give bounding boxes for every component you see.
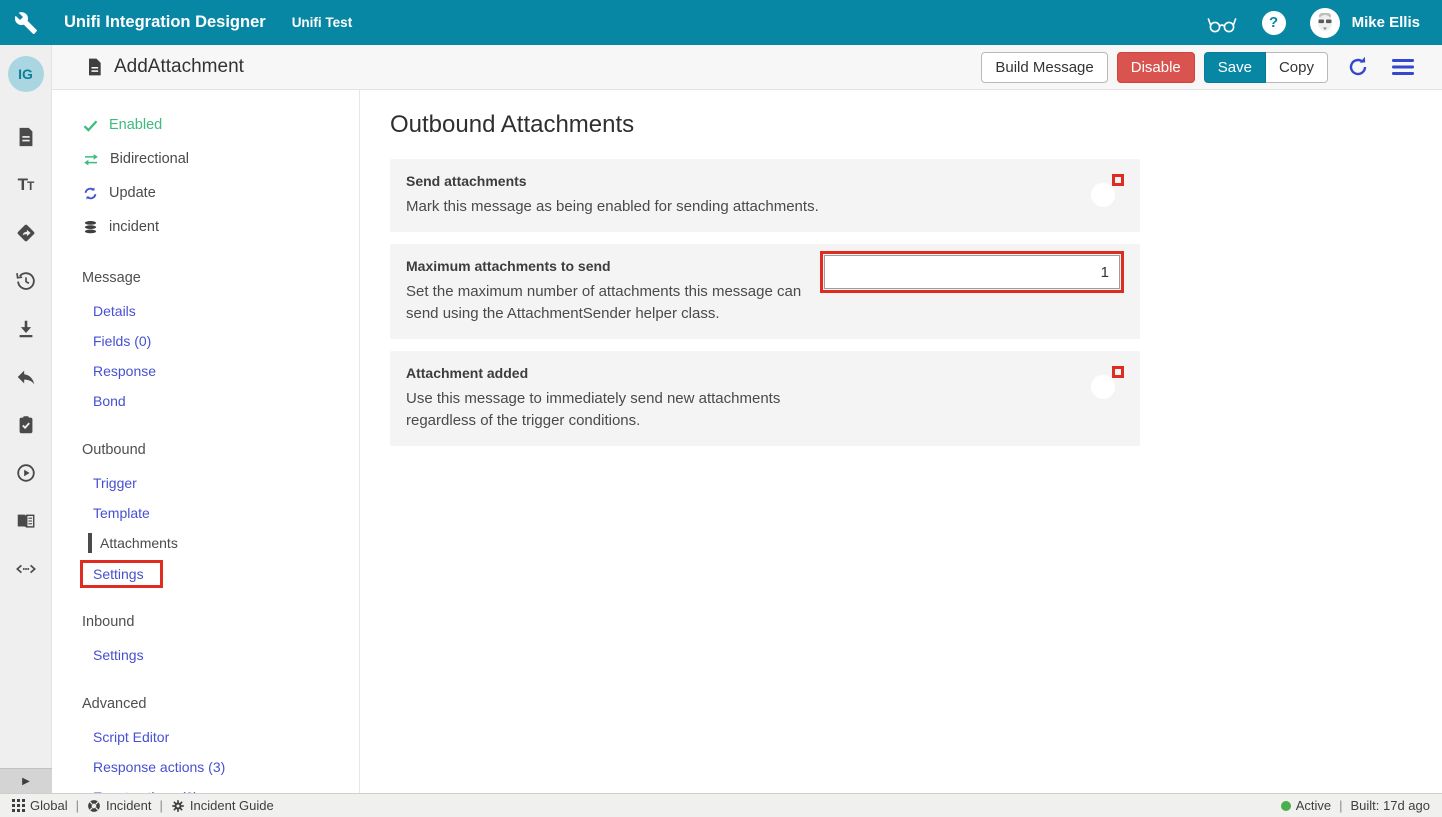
- nav-link-trigger[interactable]: Trigger: [52, 468, 359, 498]
- workspace-label[interactable]: Unifi Test: [292, 15, 353, 30]
- glasses-icon[interactable]: [1206, 10, 1238, 36]
- tasks-icon[interactable]: [14, 413, 38, 437]
- text-format-icon[interactable]: TT: [14, 173, 38, 197]
- toggle-knob: [1091, 183, 1115, 207]
- statusbar-global[interactable]: Global: [12, 798, 68, 813]
- setting-description: Set the maximum number of attachments th…: [406, 281, 820, 325]
- menu-icon[interactable]: [1392, 57, 1416, 77]
- page-title: Outbound Attachments: [390, 111, 1442, 139]
- separator: |: [76, 798, 79, 813]
- grid-icon: [12, 799, 25, 812]
- statusbar-incident-guide[interactable]: Incident Guide: [171, 798, 274, 813]
- user-avatar[interactable]: [1310, 8, 1340, 38]
- annotation-box-max-attachments: [820, 251, 1124, 293]
- status-bar: Global | Incident | Incident Guide Activ…: [0, 793, 1442, 817]
- annotation-box-send-attachments: [1112, 174, 1124, 186]
- record-toolbar: AddAttachment Build Message Disable Save…: [52, 45, 1442, 90]
- max-attachments-input[interactable]: [824, 255, 1120, 289]
- code-icon[interactable]: [14, 557, 38, 581]
- nav-link-attachments-active[interactable]: Attachments: [52, 528, 359, 558]
- history-icon[interactable]: [14, 269, 38, 293]
- main-content: Outbound Attachments Send attachments Ma…: [360, 90, 1442, 793]
- setting-description: Mark this message as being enabled for s…: [406, 196, 851, 218]
- separator: |: [160, 798, 163, 813]
- expand-sidebar-button[interactable]: ▶: [0, 768, 52, 793]
- statusbar-incident[interactable]: Incident: [87, 798, 152, 813]
- setting-name: Maximum attachments to send: [406, 258, 820, 274]
- app-logo[interactable]: [0, 0, 52, 45]
- gear-icon: [171, 799, 185, 813]
- setting-description: Use this message to immediately send new…: [406, 388, 851, 432]
- nav-link-response[interactable]: Response: [52, 356, 359, 386]
- docs-icon[interactable]: [14, 509, 38, 533]
- check-icon: [82, 117, 99, 134]
- chevron-right-icon: ▶: [22, 776, 30, 787]
- nav-link-script-editor[interactable]: Script Editor: [52, 722, 359, 752]
- integration-icon[interactable]: [14, 221, 38, 245]
- nav-link-details[interactable]: Details: [52, 296, 359, 326]
- message-nav-panel: Enabled Bidirectional Update incident Me…: [52, 90, 360, 793]
- nav-section-advanced: Advanced: [52, 692, 359, 716]
- disable-button[interactable]: Disable: [1117, 52, 1195, 83]
- setting-name: Attachment added: [406, 365, 866, 381]
- record-title: AddAttachment: [114, 56, 244, 78]
- setting-name: Send attachments: [406, 173, 866, 189]
- import-icon[interactable]: [14, 317, 38, 341]
- update-icon: [82, 185, 99, 202]
- reply-icon[interactable]: [14, 365, 38, 389]
- setting-card-max-attachments: Maximum attachments to send Set the maxi…: [390, 244, 1140, 339]
- nav-status-bidirectional[interactable]: Bidirectional: [52, 142, 359, 176]
- app-title: Unifi Integration Designer: [64, 13, 266, 32]
- annotation-box-settings: Settings: [80, 560, 163, 588]
- nav-status-update[interactable]: Update: [52, 176, 359, 210]
- bidirectional-icon: [82, 151, 100, 167]
- active-indicator: [88, 533, 92, 553]
- nav-link-response-actions[interactable]: Response actions (3): [52, 752, 359, 782]
- user-name[interactable]: Mike Ellis: [1352, 14, 1420, 31]
- help-icon[interactable]: ?: [1262, 11, 1286, 35]
- lifebuoy-icon: [87, 799, 101, 813]
- document-icon: [84, 56, 104, 78]
- active-status-label: Active: [1296, 798, 1331, 813]
- nav-section-message: Message: [52, 266, 359, 290]
- run-icon[interactable]: [14, 461, 38, 485]
- active-status-dot: [1281, 801, 1291, 811]
- nav-link-fields[interactable]: Fields (0): [52, 326, 359, 356]
- built-label: Built: 17d ago: [1350, 798, 1430, 813]
- save-button[interactable]: Save: [1204, 52, 1266, 83]
- integration-avatar[interactable]: IG: [8, 56, 44, 92]
- nav-section-inbound: Inbound: [52, 610, 359, 634]
- nav-status-table[interactable]: incident: [52, 210, 359, 244]
- nav-link-template[interactable]: Template: [52, 498, 359, 528]
- toggle-knob: [1091, 375, 1115, 399]
- refresh-icon[interactable]: [1346, 55, 1370, 79]
- nav-section-outbound: Outbound: [52, 438, 359, 462]
- build-message-button[interactable]: Build Message: [981, 52, 1107, 83]
- database-icon: [82, 219, 99, 236]
- documents-icon[interactable]: [14, 125, 38, 149]
- top-header-bar: Unifi Integration Designer Unifi Test ?: [0, 0, 1442, 45]
- separator: |: [1339, 798, 1342, 813]
- nav-link-outbound-settings[interactable]: Settings: [52, 558, 359, 588]
- wrench-icon: [14, 11, 38, 35]
- setting-card-send-attachments: Send attachments Mark this message as be…: [390, 159, 1140, 232]
- nav-link-inbound-settings[interactable]: Settings: [52, 640, 359, 670]
- app-window: Unifi Integration Designer Unifi Test ?: [0, 0, 1442, 817]
- copy-button[interactable]: Copy: [1266, 52, 1328, 83]
- setting-card-attachment-added: Attachment added Use this message to imm…: [390, 351, 1140, 446]
- nav-status-enabled[interactable]: Enabled: [52, 108, 359, 142]
- annotation-box-attachment-added: [1112, 366, 1124, 378]
- icon-rail: IG TT: [0, 45, 52, 793]
- nav-link-event-actions[interactable]: Event actions (0): [52, 782, 359, 793]
- nav-link-bond[interactable]: Bond: [52, 386, 359, 416]
